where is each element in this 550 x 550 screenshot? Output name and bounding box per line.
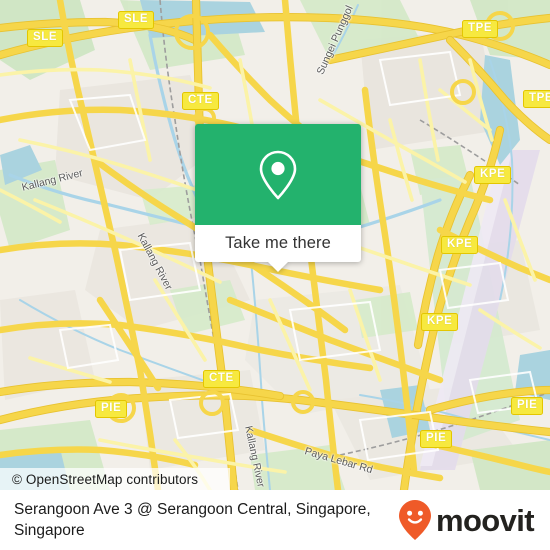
moovit-logo[interactable]: moovit <box>398 499 535 541</box>
road-shield: CTE <box>182 92 219 110</box>
destination-callout-card[interactable]: Take me there <box>195 124 361 272</box>
take-me-there-label: Take me there <box>225 234 331 252</box>
moovit-smiling-pin-icon <box>398 500 431 540</box>
osm-attribution: © OpenStreetMap contributors <box>0 468 230 490</box>
callout-icon-panel <box>195 124 361 225</box>
road-shield: PIE <box>420 430 453 448</box>
road-shield: TPE <box>462 20 499 38</box>
footer-bar: Serangoon Ave 3 @ Serangoon Central, Sin… <box>0 490 550 550</box>
location-title: Serangoon Ave 3 @ Serangoon Central, Sin… <box>14 501 371 539</box>
map-canvas[interactable]: .mjr { fill:none; stroke:#f6d64a; stroke… <box>0 0 550 490</box>
road-shield: KPE <box>421 313 459 331</box>
callout-pointer-tail <box>267 261 289 272</box>
screenshot-root: .mjr { fill:none; stroke:#f6d64a; stroke… <box>0 0 550 550</box>
road-shield: KPE <box>474 166 512 184</box>
road-shield: PIE <box>511 397 544 415</box>
location-pin-icon <box>259 150 297 199</box>
road-shield: TPE <box>523 90 550 108</box>
road-shield: KPE <box>441 236 479 254</box>
road-shield: PIE <box>95 400 128 418</box>
callout-action-bar[interactable]: Take me there <box>195 225 361 262</box>
moovit-wordmark: moovit <box>435 502 535 538</box>
road-shield: SLE <box>27 29 64 47</box>
road-shield: SLE <box>118 11 155 29</box>
road-shield: CTE <box>203 370 240 388</box>
